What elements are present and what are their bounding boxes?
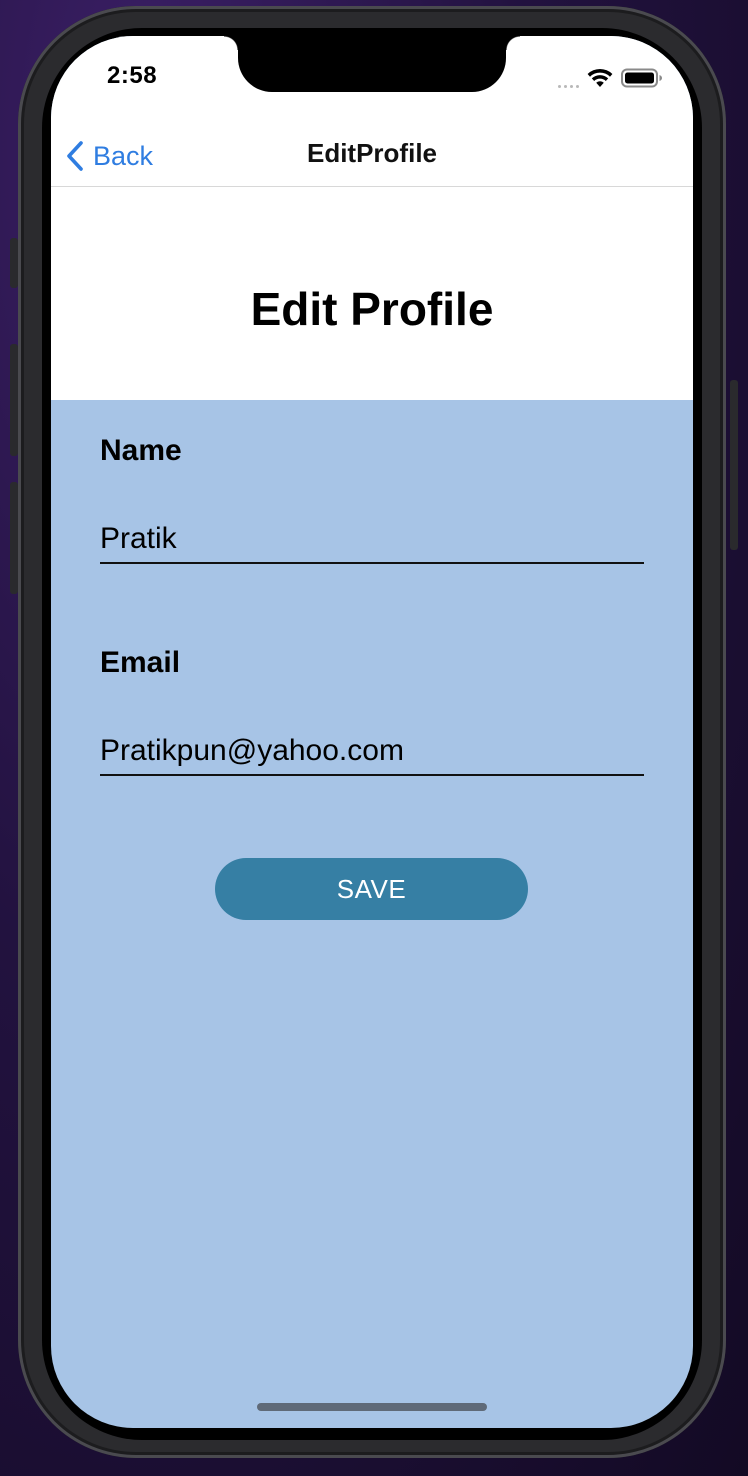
name-label: Name [100,434,182,467]
name-field[interactable] [100,516,644,564]
page-title: Edit Profile [250,283,494,335]
volume-up-button [10,344,18,456]
status-icons [558,66,663,90]
status-time: 2:58 [107,62,158,89]
power-button [730,380,738,550]
email-label: Email [100,646,181,679]
email-field[interactable] [100,728,644,776]
home-indicator [257,1403,487,1411]
nav-title: EditProfile [306,138,437,168]
navigation-bar: Back EditProfile [51,126,693,187]
cellular-dots-icon [558,74,579,88]
save-button[interactable]: SAVE [215,858,528,920]
wifi-icon [587,68,613,87]
app-screen: 2:58 Back EditProfile Edit Profile Name … [51,36,693,1428]
volume-down-button [10,482,18,594]
notch [224,36,520,92]
battery-icon [621,68,662,88]
mute-switch [10,238,18,288]
